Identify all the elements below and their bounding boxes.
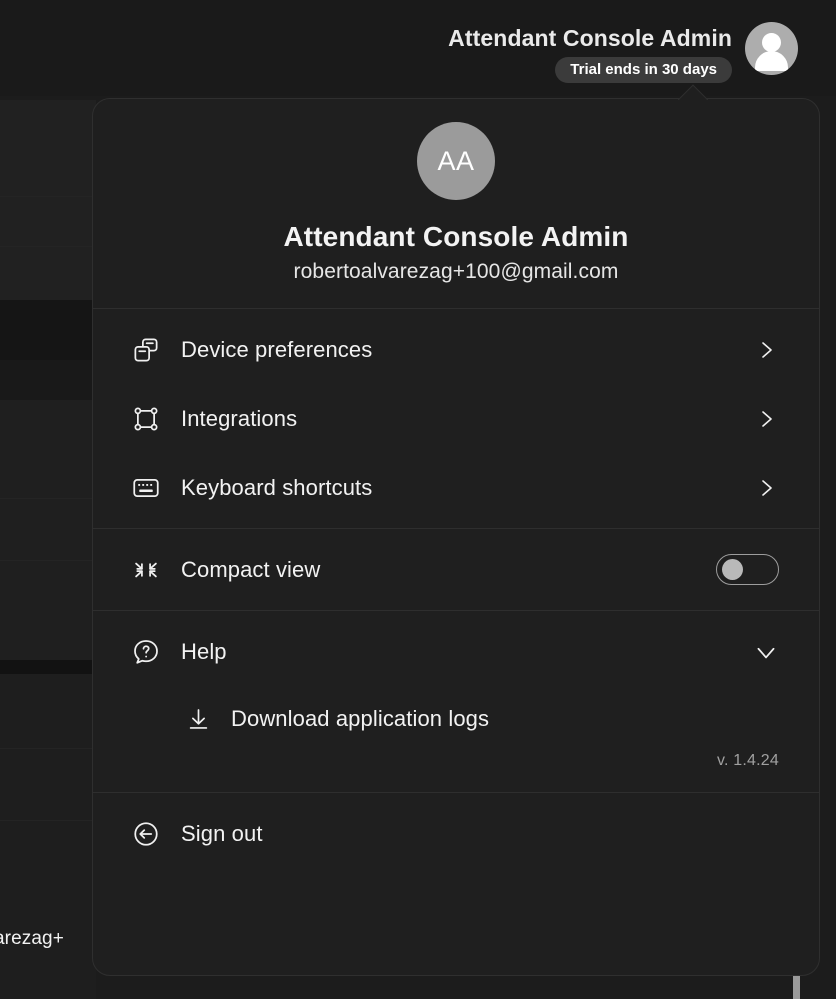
- chevron-down-icon: [753, 639, 779, 665]
- menu-item-label: Keyboard shortcuts: [181, 474, 373, 500]
- profile-section: AA Attendant Console Admin robertoalvare…: [93, 99, 819, 308]
- app-root: arezag+ Attendant Console Admin Trial en…: [0, 0, 836, 999]
- background-band: [0, 360, 96, 400]
- header-user-area: Attendant Console Admin Trial ends in 30…: [448, 0, 836, 96]
- chevron-right-icon: [753, 406, 779, 432]
- header-avatar-button[interactable]: [745, 22, 798, 75]
- chevron-right-icon: [753, 475, 779, 501]
- compact-view-toggle[interactable]: [716, 554, 779, 585]
- download-icon: [183, 704, 213, 734]
- header-user-name: Attendant Console Admin: [448, 25, 732, 51]
- person-avatar-icon-body: [755, 51, 788, 71]
- collapse-arrows-icon: [129, 553, 163, 587]
- background-row-divider: [0, 820, 96, 821]
- background-band: [0, 400, 96, 660]
- background-band: [0, 674, 96, 999]
- background-band: [0, 100, 96, 300]
- chevron-right-icon: [753, 337, 779, 363]
- download-logs-label: Download application logs: [231, 706, 490, 731]
- keyboard-icon: [129, 471, 163, 505]
- menu-item-keyboard-shortcuts[interactable]: Keyboard shortcuts: [93, 453, 819, 522]
- help-section: Help Download application logs v. 1.4.24: [93, 611, 819, 792]
- help-label: Help: [181, 638, 227, 664]
- menu-item-label: Integrations: [181, 405, 298, 431]
- question-chat-icon: [129, 635, 163, 669]
- background-row-divider: [0, 246, 96, 247]
- trial-status-badge: Trial ends in 30 days: [555, 57, 732, 83]
- background-row-divider: [0, 498, 96, 499]
- app-version-label: v. 1.4.24: [717, 752, 779, 769]
- popup-caret: [678, 84, 708, 100]
- background-row-divider: [0, 560, 96, 561]
- menu-item-label: Device preferences: [181, 336, 373, 362]
- menu-item-help[interactable]: Help: [93, 617, 819, 686]
- compact-view-section: Compact view: [93, 529, 819, 610]
- navigation-section: Device preferences Integrations Keyboard…: [93, 309, 819, 528]
- profile-email: robertoalvarezag+100@gmail.com: [293, 260, 619, 283]
- sign-out-label: Sign out: [181, 820, 263, 846]
- background-row-divider: [0, 748, 96, 749]
- devices-icon: [129, 333, 163, 367]
- background-band: [0, 300, 96, 360]
- background-band: [0, 660, 96, 674]
- menu-item-device-preferences[interactable]: Device preferences: [93, 315, 819, 384]
- compact-view-label: Compact view: [181, 556, 321, 582]
- toggle-knob: [722, 559, 743, 580]
- profile-avatar-initials: AA: [417, 122, 495, 200]
- background-clipped-email: arezag+: [0, 928, 64, 949]
- sign-out-section: Sign out: [93, 793, 819, 874]
- integrations-nodes-icon: [129, 402, 163, 436]
- menu-item-sign-out[interactable]: Sign out: [93, 799, 819, 868]
- menu-item-compact-view[interactable]: Compact view: [93, 535, 819, 604]
- menu-item-integrations[interactable]: Integrations: [93, 384, 819, 453]
- person-avatar-icon: [762, 33, 781, 52]
- sign-out-icon: [129, 817, 163, 851]
- menu-item-download-application-logs[interactable]: Download application logs: [93, 686, 819, 752]
- account-popup-menu: AA Attendant Console Admin robertoalvare…: [92, 98, 820, 976]
- background-row-divider: [0, 196, 96, 197]
- header-text-group: Attendant Console Admin Trial ends in 30…: [448, 24, 732, 83]
- profile-name: Attendant Console Admin: [283, 221, 629, 252]
